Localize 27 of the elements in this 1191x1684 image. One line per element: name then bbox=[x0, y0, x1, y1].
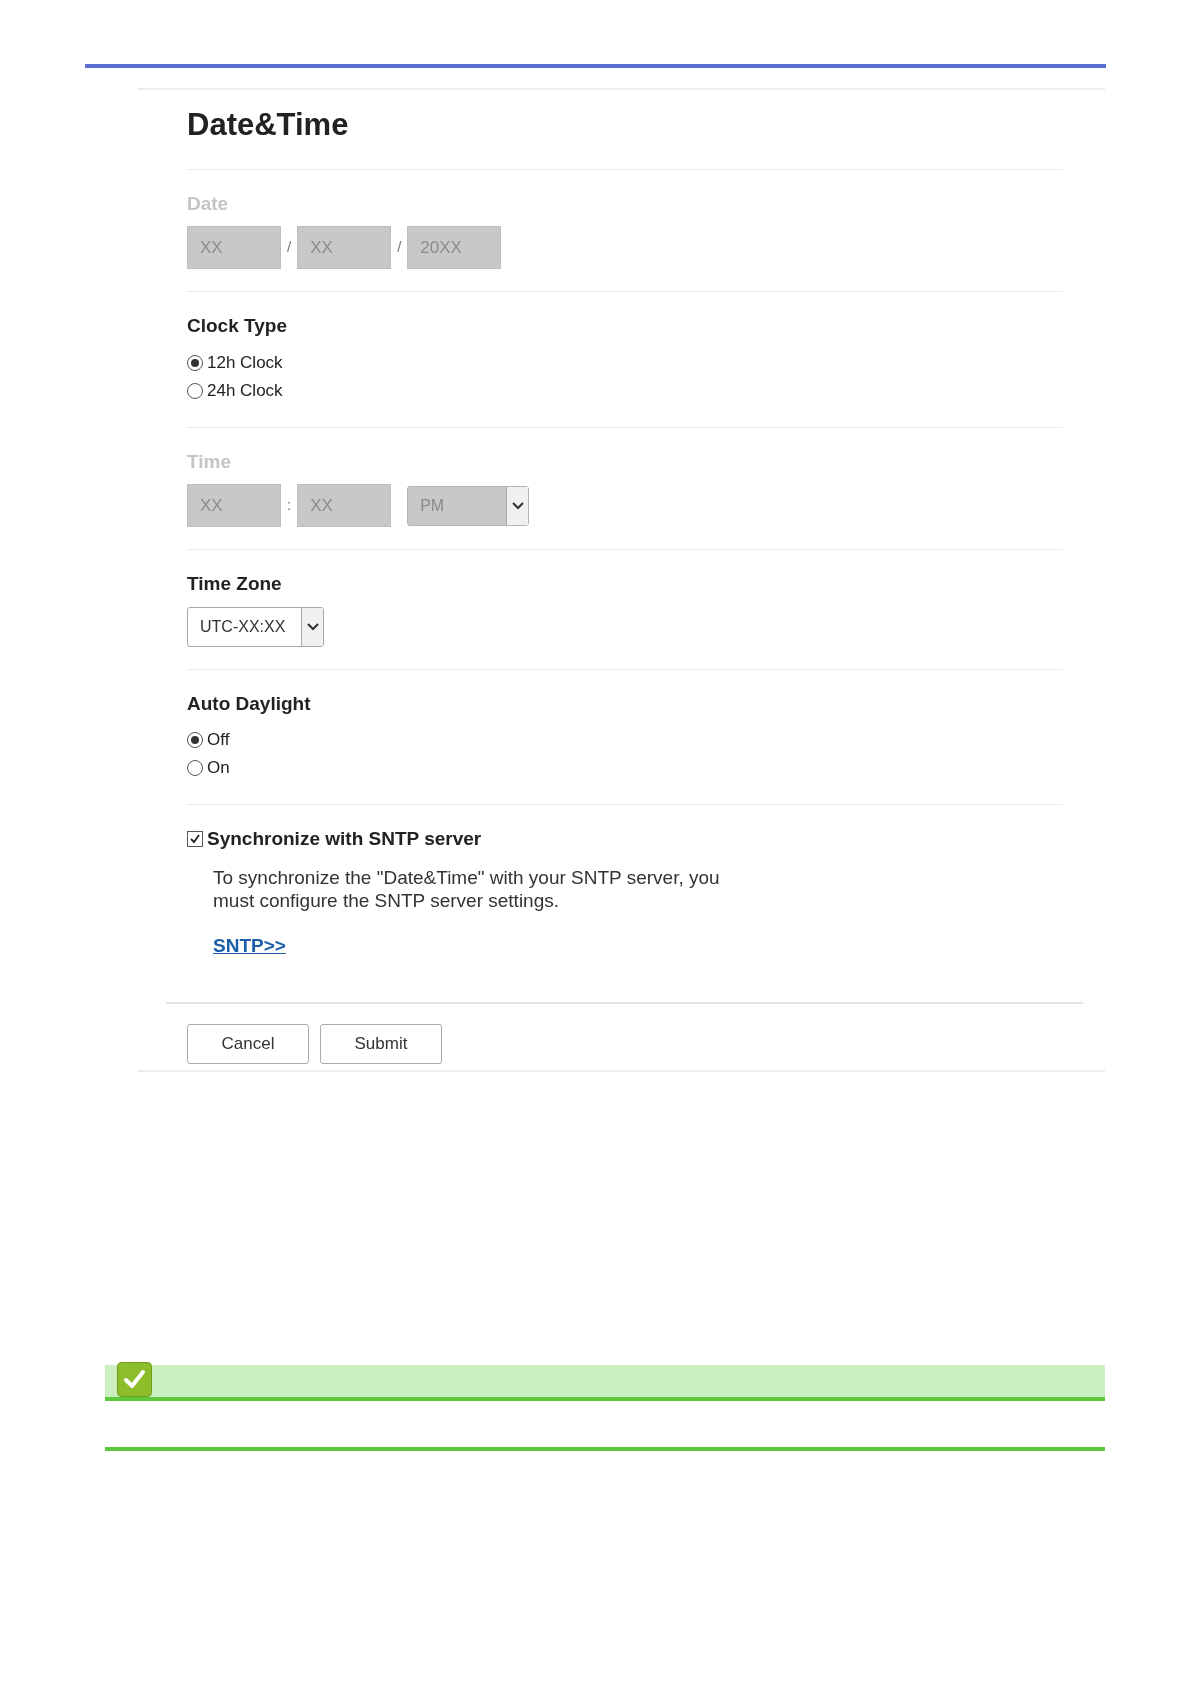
radio-label: 24h Clock bbox=[207, 379, 283, 402]
checkbox-label: Synchronize with SNTP server bbox=[207, 827, 482, 851]
section-label: Clock Type bbox=[187, 314, 288, 338]
section-label: Time Zone bbox=[187, 572, 283, 596]
description-text: To synchronize the "Date&Time" with your SNTP server, you must configure the SNTP server settings. bbox=[213, 865, 721, 912]
radio-label: 12h Clock bbox=[207, 351, 283, 374]
sntp-link[interactable]: SNTP>> bbox=[213, 931, 286, 960]
separator-text: / bbox=[286, 237, 293, 258]
radio-button[interactable] bbox=[187, 382, 203, 399]
radio-button[interactable] bbox=[187, 732, 203, 748]
section-label: Date bbox=[187, 191, 230, 216]
checkmark-icon bbox=[117, 1362, 152, 1397]
caret-icon bbox=[510, 500, 525, 511]
form-button[interactable]: Cancel bbox=[187, 1024, 309, 1064]
form-button[interactable]: Submit bbox=[320, 1024, 442, 1064]
radio-label: On bbox=[207, 757, 230, 780]
checkbox[interactable] bbox=[187, 831, 203, 848]
separator-text: / bbox=[396, 237, 403, 258]
section-label: Auto Daylight bbox=[187, 691, 312, 716]
separator-text: : bbox=[286, 495, 293, 516]
section-label: Time bbox=[187, 449, 232, 474]
caret-icon bbox=[305, 621, 320, 632]
radio-button[interactable] bbox=[187, 354, 203, 371]
radio-button[interactable] bbox=[187, 760, 203, 776]
radio-label: Off bbox=[207, 729, 230, 752]
page-title: Date&Time bbox=[187, 90, 1063, 170]
dropdown[interactable]: UTC-XX:XX bbox=[187, 606, 324, 647]
